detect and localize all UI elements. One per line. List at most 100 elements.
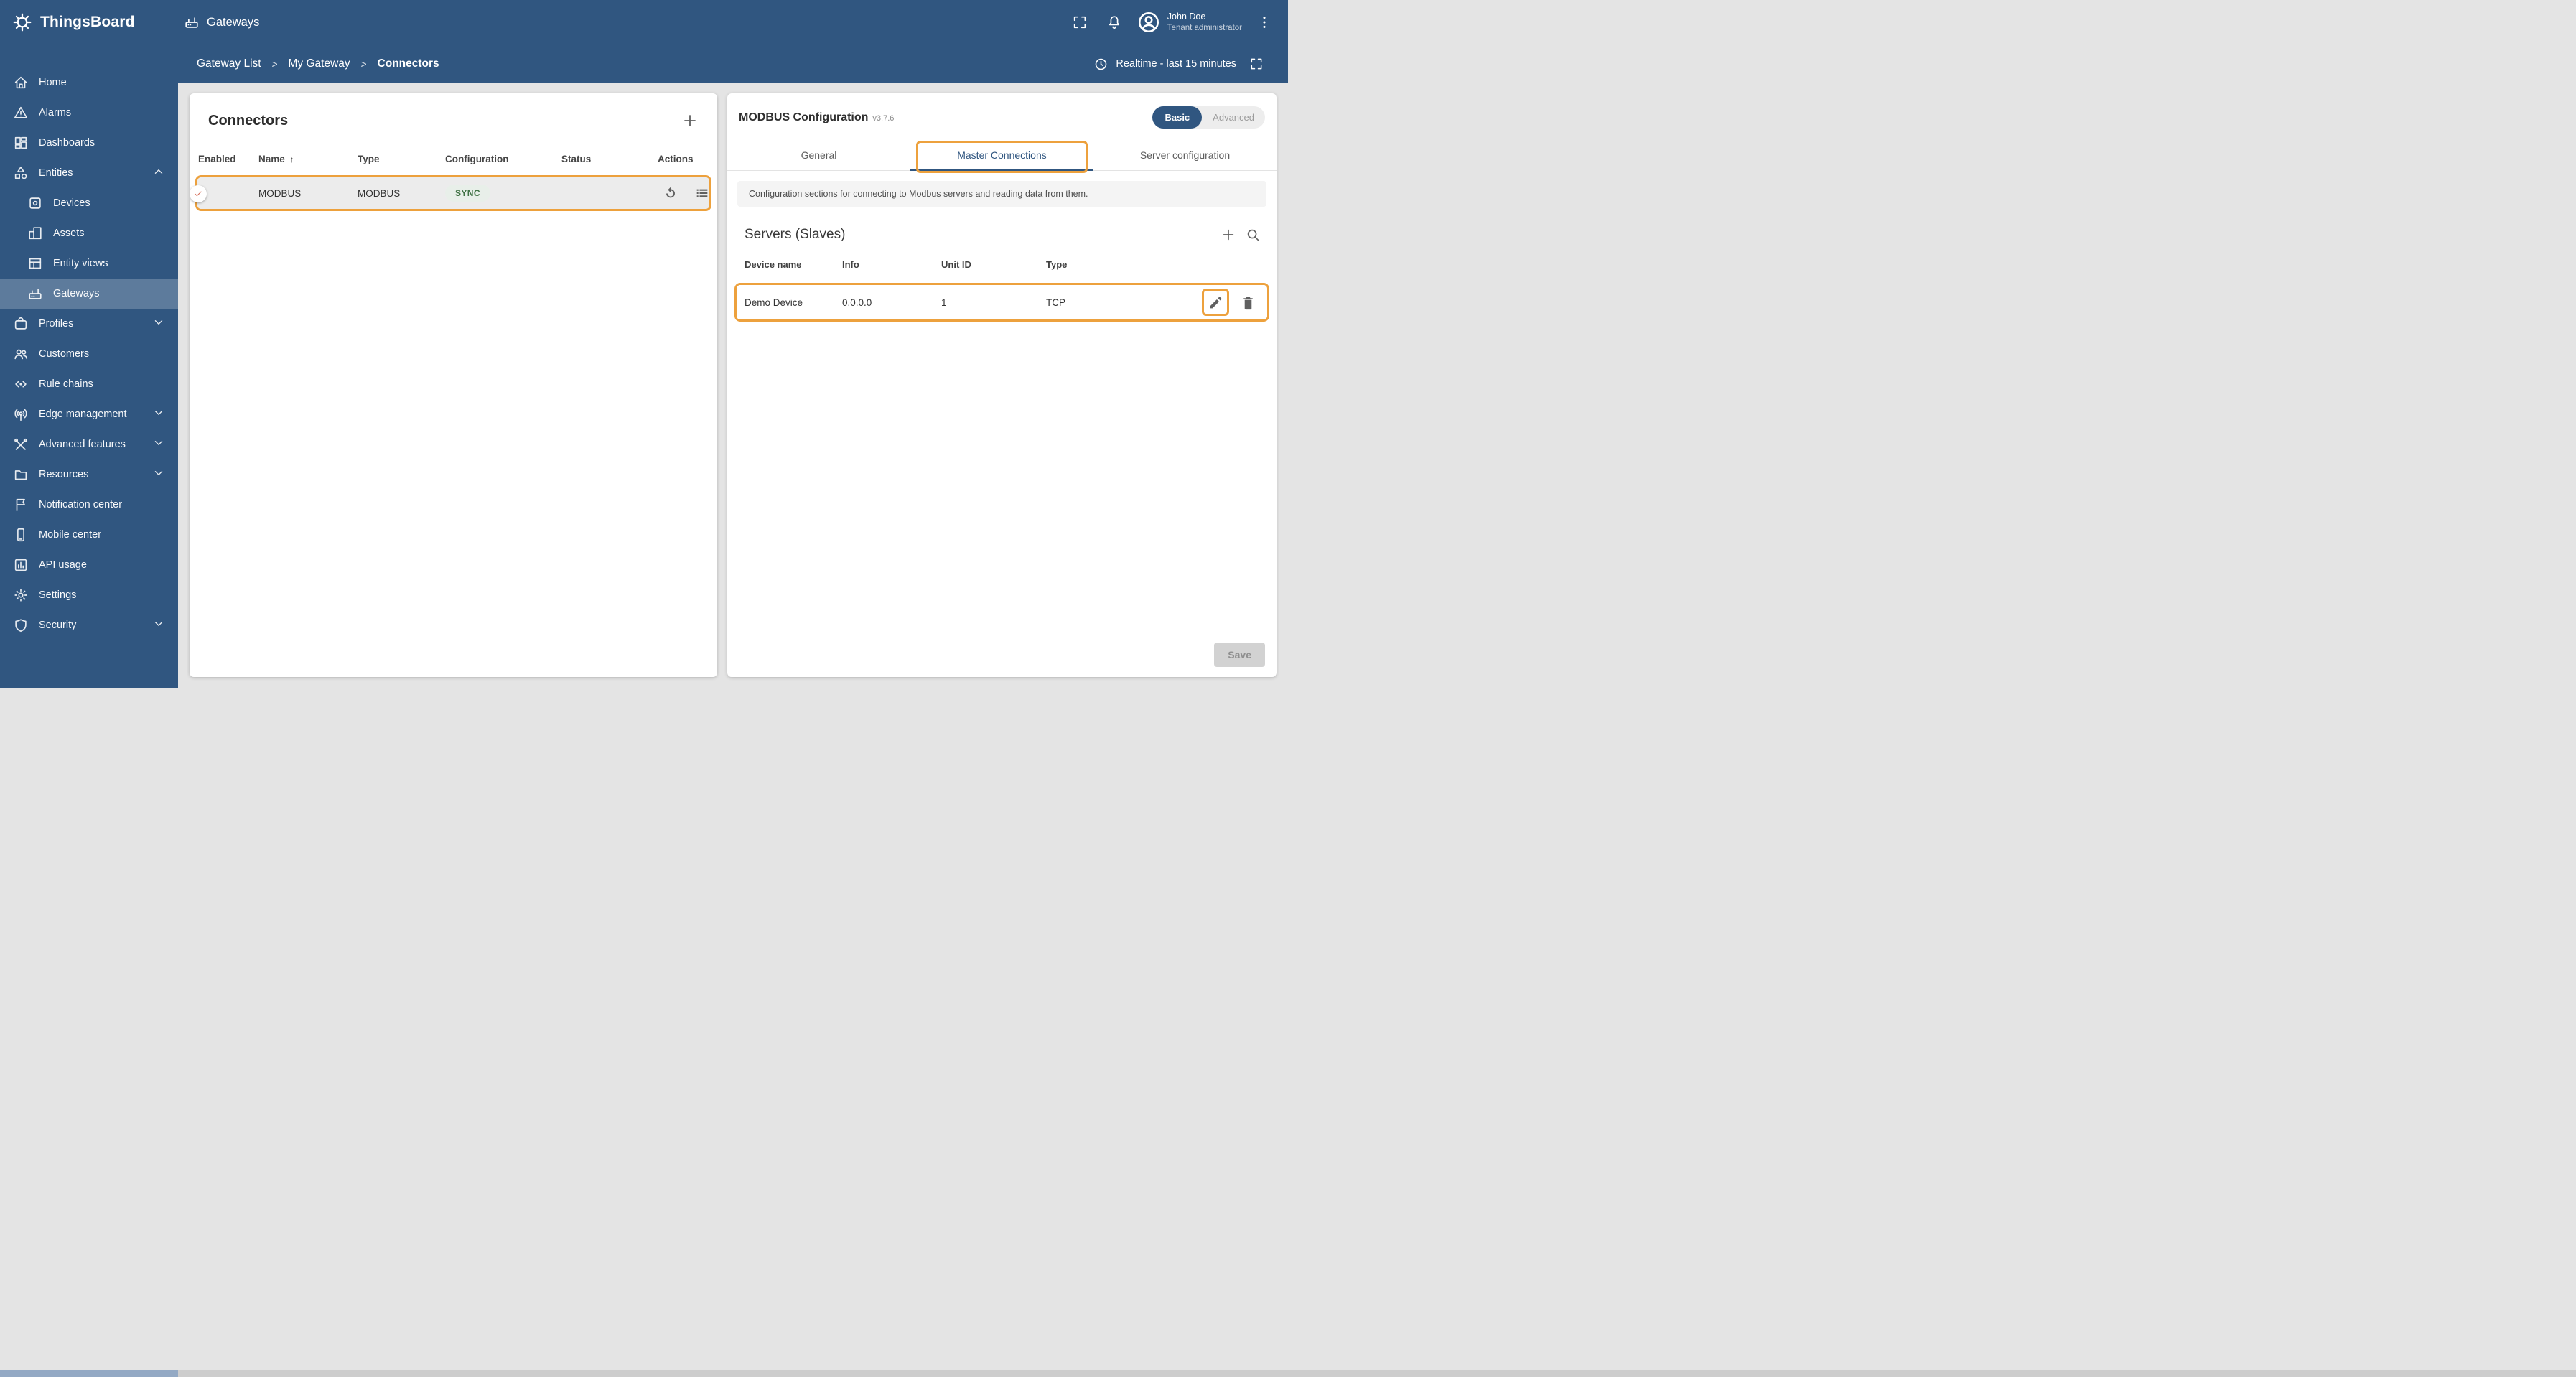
sidebar-label: Settings bbox=[39, 589, 77, 601]
sidebar-label: Resources bbox=[39, 469, 89, 480]
sidebar-item-alarms[interactable]: Alarms bbox=[0, 98, 178, 128]
advanced-mode-button[interactable]: Advanced bbox=[1202, 106, 1265, 129]
horizontal-scrollbar[interactable] bbox=[0, 1370, 2576, 1377]
entities-icon bbox=[13, 165, 29, 181]
column-type: Type bbox=[358, 153, 380, 164]
sidebar-label: Profiles bbox=[39, 318, 74, 330]
tab-label: Master Connections bbox=[957, 149, 1047, 161]
edge-management-icon bbox=[13, 406, 29, 422]
tab-master-connections[interactable]: Master Connections bbox=[910, 139, 1093, 173]
sidebar-label: Customers bbox=[39, 348, 90, 360]
logs-list-icon bbox=[694, 185, 710, 201]
app-logo[interactable]: ThingsBoard bbox=[0, 11, 178, 33]
sidebar-item-settings[interactable]: Settings bbox=[0, 580, 178, 610]
servers-table-header: Device name Info Unit ID Type bbox=[727, 250, 1277, 279]
sidebar-item-entities[interactable]: Entities bbox=[0, 158, 178, 188]
sidebar-label: Advanced features bbox=[39, 439, 126, 450]
connector-row-modbus[interactable]: MODBUS MODBUS SYNC bbox=[190, 177, 709, 209]
config-title: MODBUS Configuration bbox=[739, 111, 869, 123]
sidebar-label: Entities bbox=[39, 167, 73, 179]
server-type: TCP bbox=[1046, 297, 1065, 308]
dashboards-icon bbox=[13, 135, 29, 151]
sidebar-item-api-usage[interactable]: API usage bbox=[0, 550, 178, 580]
sidebar-item-mobile-center[interactable]: Mobile center bbox=[0, 520, 178, 550]
tab-general[interactable]: General bbox=[727, 139, 910, 170]
sidebar-item-rule-chains[interactable]: Rule chains bbox=[0, 369, 178, 399]
sidebar-label: Entity views bbox=[53, 258, 108, 269]
column-type: Type bbox=[1046, 258, 1068, 270]
sidebar-item-gateways[interactable]: Gateways bbox=[0, 279, 178, 309]
connector-name: MODBUS bbox=[258, 187, 302, 199]
annotation-edit-button bbox=[1202, 289, 1229, 316]
sidebar-item-entity-views[interactable]: Entity views bbox=[0, 248, 178, 279]
more-menu-button[interactable] bbox=[1249, 7, 1279, 37]
mobile-icon bbox=[13, 527, 29, 543]
restart-connector-button[interactable] bbox=[658, 180, 683, 206]
clock-icon bbox=[1093, 57, 1109, 72]
expand-time-button[interactable] bbox=[1243, 51, 1269, 77]
notifications-button[interactable] bbox=[1099, 7, 1129, 37]
edit-server-button[interactable] bbox=[1204, 291, 1227, 314]
restart-icon bbox=[663, 185, 678, 201]
breadcrumb-bar: Gateway List > My Gateway > Connectors R… bbox=[178, 45, 1288, 83]
check-icon bbox=[193, 189, 203, 199]
sidebar-item-home[interactable]: Home bbox=[0, 67, 178, 98]
sidebar-label: Home bbox=[39, 77, 67, 88]
server-row-demo-device[interactable]: Demo Device 0.0.0.0 1 TCP bbox=[737, 285, 1267, 319]
column-name-label: Name bbox=[258, 153, 285, 164]
delete-server-button[interactable] bbox=[1236, 291, 1259, 314]
page-header: Gateways bbox=[184, 14, 259, 30]
server-info: 0.0.0.0 bbox=[842, 297, 872, 308]
save-button[interactable]: Save bbox=[1214, 643, 1265, 667]
column-actions: Actions bbox=[658, 153, 694, 164]
column-enabled: Enabled bbox=[198, 153, 236, 164]
add-connector-button[interactable] bbox=[677, 108, 703, 134]
servers-title: Servers (Slaves) bbox=[745, 227, 846, 242]
sidebar-label: Rule chains bbox=[39, 378, 93, 390]
add-server-button[interactable] bbox=[1216, 223, 1241, 247]
sidebar-label: Security bbox=[39, 620, 77, 631]
scrollbar-thumb[interactable] bbox=[0, 1370, 178, 1377]
page-title: Gateways bbox=[207, 15, 260, 29]
breadcrumb-my-gateway[interactable]: My Gateway bbox=[289, 57, 350, 70]
sort-asc-icon: ↑ bbox=[289, 154, 294, 164]
home-icon bbox=[13, 75, 29, 90]
basic-mode-button[interactable]: Basic bbox=[1152, 106, 1203, 129]
breadcrumb-gateway-list[interactable]: Gateway List bbox=[197, 57, 261, 70]
connector-type: MODBUS bbox=[358, 187, 401, 199]
sidebar-item-security[interactable]: Security bbox=[0, 610, 178, 640]
sidebar-item-notification-center[interactable]: Notification center bbox=[0, 490, 178, 520]
topbar: ThingsBoard Gateways John Doe Tenant adm… bbox=[0, 0, 1288, 45]
profiles-icon bbox=[13, 316, 29, 332]
annotation-server-row: Demo Device 0.0.0.0 1 TCP bbox=[734, 283, 1269, 322]
rule-chains-icon bbox=[13, 376, 29, 392]
realtime-range-button[interactable]: Realtime - last 15 minutes bbox=[1116, 58, 1236, 70]
chevron-down-icon bbox=[152, 437, 168, 452]
sidebar-item-dashboards[interactable]: Dashboards bbox=[0, 128, 178, 158]
sidebar-item-customers[interactable]: Customers bbox=[0, 339, 178, 369]
connectors-table-header: Enabled Name ↑ Type Configuration Status… bbox=[190, 144, 717, 174]
sidebar: Home Alarms Dashboards Entities Devices … bbox=[0, 45, 178, 688]
thingsboard-logo-icon bbox=[11, 11, 33, 33]
breadcrumb-connectors[interactable]: Connectors bbox=[378, 57, 439, 70]
breadcrumb-separator: > bbox=[360, 58, 367, 70]
settings-gear-icon bbox=[13, 587, 29, 603]
kebab-menu-icon bbox=[1256, 14, 1272, 30]
fullscreen-button[interactable] bbox=[1065, 7, 1095, 37]
column-name-sort[interactable]: Name ↑ bbox=[258, 154, 358, 164]
config-tabs: General Master Connections Server config… bbox=[727, 139, 1277, 173]
sidebar-label: Gateways bbox=[53, 288, 100, 299]
connector-logs-button[interactable] bbox=[689, 180, 715, 206]
sidebar-item-advanced-features[interactable]: Advanced features bbox=[0, 429, 178, 459]
tab-server-configuration[interactable]: Server configuration bbox=[1093, 139, 1277, 170]
user-menu[interactable]: John Doe Tenant administrator bbox=[1134, 10, 1245, 34]
sidebar-item-devices[interactable]: Devices bbox=[0, 188, 178, 218]
sidebar-label: API usage bbox=[39, 559, 87, 571]
sidebar-item-assets[interactable]: Assets bbox=[0, 218, 178, 248]
sidebar-item-edge-management[interactable]: Edge management bbox=[0, 399, 178, 429]
sidebar-item-resources[interactable]: Resources bbox=[0, 459, 178, 490]
tab-label: Server configuration bbox=[1139, 149, 1231, 161]
sidebar-item-profiles[interactable]: Profiles bbox=[0, 309, 178, 339]
search-servers-button[interactable] bbox=[1241, 223, 1265, 247]
active-tab-underline bbox=[910, 169, 1093, 171]
